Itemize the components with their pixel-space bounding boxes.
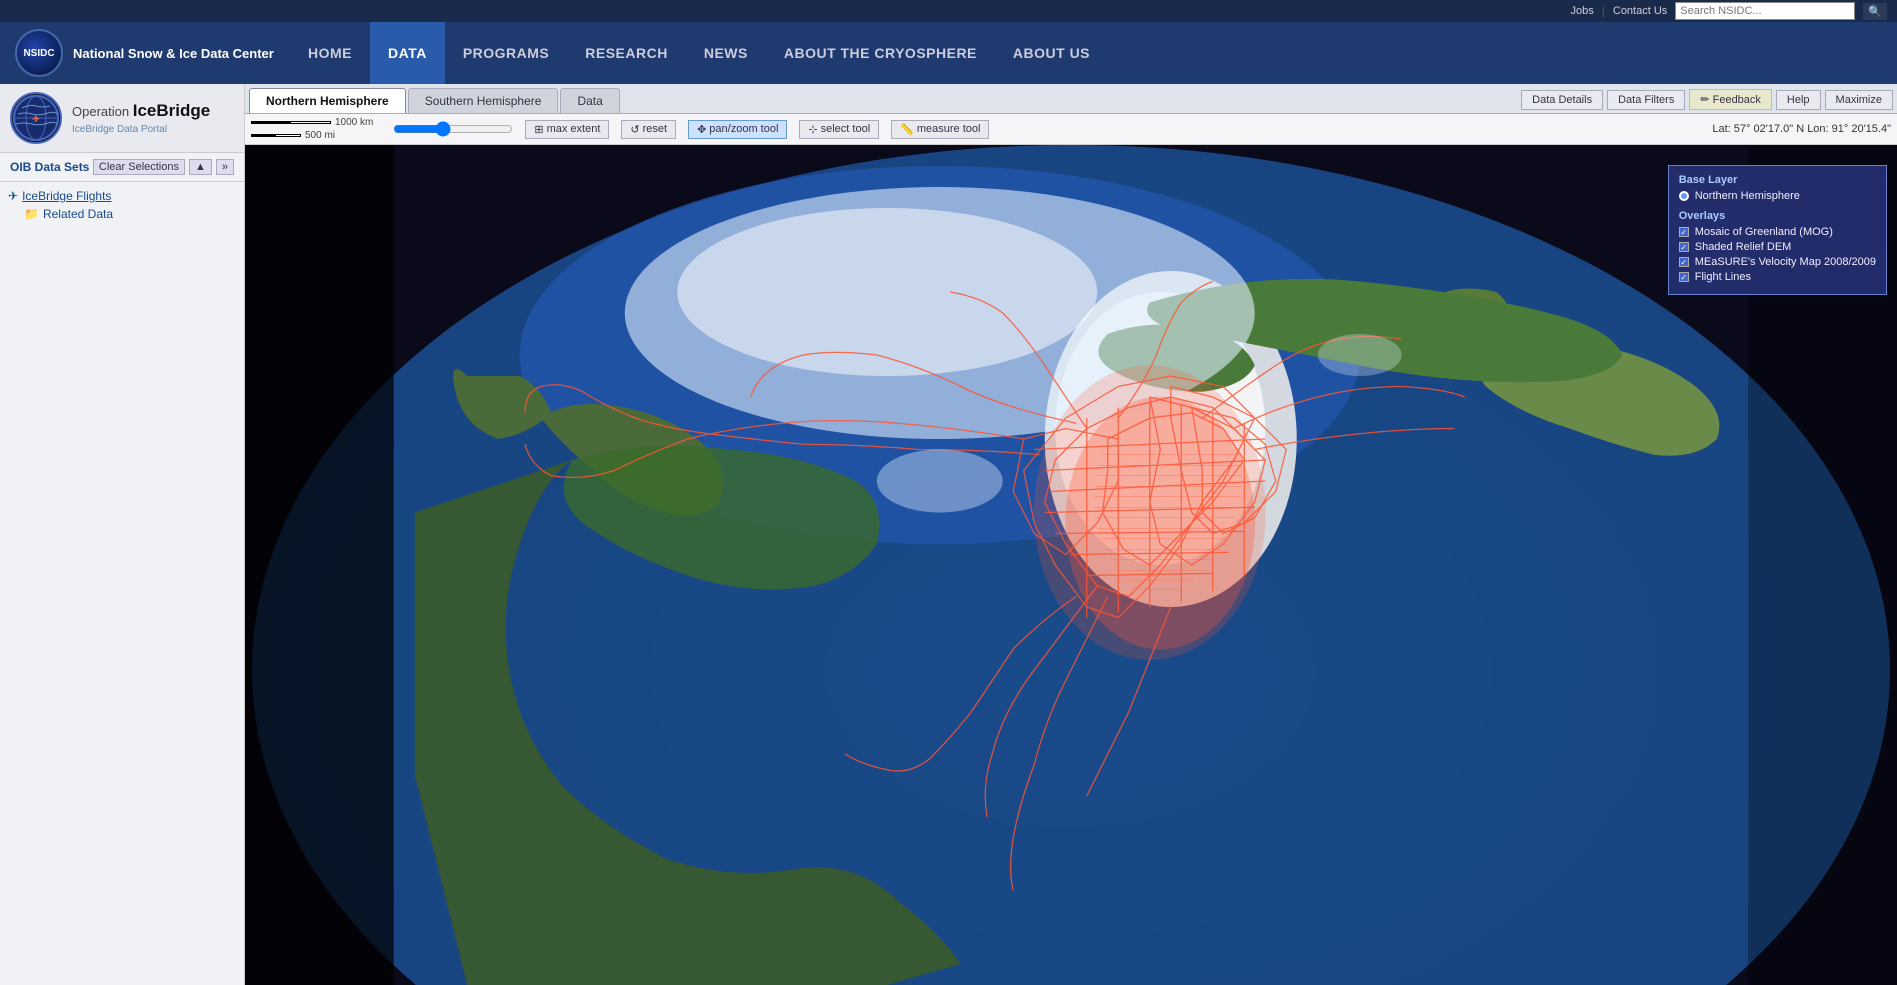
legend-panel: Base Layer Northern Hemisphere Overlays … [1668,165,1887,295]
clear-selections-button[interactable]: Clear Selections [93,159,185,175]
nav-about-cryosphere[interactable]: ABOUT THE CRYOSPHERE [766,22,995,84]
overlay-mog-checkbox[interactable]: ✓ [1679,227,1689,237]
overlays-title: Overlays [1679,210,1876,222]
sidebar-title: Operation IceBridge IceBridge Data Porta… [72,100,210,135]
top-utility-bar: Jobs | Contact Us 🔍 [0,0,1897,22]
nav-research[interactable]: RESEARCH [567,22,686,84]
search-button[interactable]: 🔍 [1863,3,1887,20]
scale-line-km [251,121,331,124]
tab-southern-hemisphere[interactable]: Southern Hemisphere [408,88,559,113]
nav-about-us[interactable]: ABOUT US [995,22,1108,84]
map-toolbar: 1000 km 500 mi ⊞ max extent ↺ reset ✥ p [245,114,1897,145]
sidebar: ✈ Operation IceBridge IceBridge Data Por… [0,84,245,985]
reset-button[interactable]: ↺ reset [621,120,676,139]
overlay-shaded-dem-checkbox[interactable]: ✓ [1679,242,1689,252]
overlay-shaded-dem-row: ✓ Shaded Relief DEM [1679,241,1876,253]
select-icon: ⊹ [808,123,817,136]
max-extent-icon: ⊞ [534,123,543,136]
datasets-header: OIB Data Sets Clear Selections ▲ » [0,153,244,182]
tab-right-buttons: Data Details Data Filters ✏ Feedback Hel… [1521,89,1893,113]
overlay-measures-label: MEaSURE's Velocity Map 2008/2009 [1695,256,1876,268]
portal-label: IceBridge Data Portal [72,123,210,136]
feedback-button[interactable]: ✏ Feedback [1689,89,1772,110]
data-details-button[interactable]: Data Details [1521,90,1603,110]
svg-text:✈: ✈ [32,114,40,124]
maximize-button[interactable]: Maximize [1825,90,1893,110]
tree-item-related-data[interactable]: 📁 Related Data [8,205,236,223]
app-area: ✈ Operation IceBridge IceBridge Data Por… [0,84,1897,985]
datasets-controls: Clear Selections ▲ » [93,159,234,175]
measure-icon: 📏 [900,123,914,136]
scale-km-row: 1000 km [251,117,373,128]
tab-northern-hemisphere[interactable]: Northern Hemisphere [249,88,406,113]
measure-tool-button[interactable]: 📏 measure tool [891,120,989,139]
coordinates-display: Lat: 57° 02'17.0" N Lon: 91° 20'15.4" [1712,123,1891,135]
collapse-button[interactable]: ▲ [189,159,212,175]
overlay-mog-row: ✓ Mosaic of Greenland (MOG) [1679,226,1876,238]
overlay-mog-label: Mosaic of Greenland (MOG) [1695,226,1833,238]
map-canvas[interactable]: Base Layer Northern Hemisphere Overlays … [245,145,1897,985]
data-filters-button[interactable]: Data Filters [1607,90,1685,110]
org-name-area: National Snow & Ice Data Center [73,46,274,61]
datasets-title[interactable]: OIB Data Sets [10,160,89,174]
nav-programs[interactable]: PROGRAMS [445,22,567,84]
separator: | [1602,4,1605,18]
related-data-label[interactable]: Related Data [43,207,113,221]
tree-item-icebridge-flights[interactable]: ✈ IceBridge Flights [8,187,236,205]
nav-items: HOME DATA PROGRAMS RESEARCH NEWS ABOUT T… [290,22,1108,84]
nav-home[interactable]: HOME [290,22,370,84]
folder-icon: 📁 [24,207,39,221]
help-button[interactable]: Help [1776,90,1821,110]
overlay-flight-lines-row: ✓ Flight Lines [1679,271,1876,283]
operation-label: Operation IceBridge [72,100,210,122]
scale-bar: 1000 km 500 mi [251,117,373,141]
nav-data[interactable]: DATA [370,22,445,84]
base-layer-title: Base Layer [1679,174,1876,186]
scale-mi-label: 500 mi [305,130,335,141]
pencil-icon: ✏ [1700,94,1712,106]
icebridge-flights-label[interactable]: IceBridge Flights [22,189,111,203]
overlay-flight-lines-label: Flight Lines [1695,271,1751,283]
sidebar-logo: ✈ [10,92,62,144]
tab-data[interactable]: Data [560,88,619,113]
nav-news[interactable]: NEWS [686,22,766,84]
reset-icon: ↺ [630,123,639,136]
base-layer-option-row: Northern Hemisphere [1679,190,1876,202]
search-input[interactable] [1675,2,1855,20]
pan-icon: ✥ [697,123,706,136]
main-navigation: NSIDC National Snow & Ice Data Center HO… [0,22,1897,84]
base-layer-option-label: Northern Hemisphere [1695,190,1800,202]
max-extent-button[interactable]: ⊞ max extent [525,120,609,139]
contact-link[interactable]: Contact Us [1613,5,1667,17]
zoom-slider-area [393,121,513,137]
overlay-measures-row: ✓ MEaSURE's Velocity Map 2008/2009 [1679,256,1876,268]
select-tool-button[interactable]: ⊹ select tool [799,120,879,139]
scale-line-mi [251,134,301,137]
overlay-measures-checkbox[interactable]: ✓ [1679,257,1689,267]
jobs-link[interactable]: Jobs [1571,5,1594,17]
tree-area: ✈ IceBridge Flights 📁 Related Data [0,182,244,228]
overlay-flight-lines-checkbox[interactable]: ✓ [1679,272,1689,282]
plane-icon: ✈ [8,189,18,203]
sidebar-header: ✈ Operation IceBridge IceBridge Data Por… [0,84,244,153]
logo-area: NSIDC National Snow & Ice Data Center [0,29,290,77]
scale-km-label: 1000 km [335,117,373,128]
zoom-slider[interactable] [393,121,513,137]
org-title: National Snow & Ice Data Center [73,46,274,61]
tab-bar: Northern Hemisphere Southern Hemisphere … [245,84,1897,114]
scale-mi-row: 500 mi [251,130,373,141]
map-visualization [245,145,1897,985]
base-layer-radio[interactable] [1679,191,1689,201]
overlay-shaded-dem-label: Shaded Relief DEM [1695,241,1792,253]
nsidc-logo: NSIDC [15,29,63,77]
pan-zoom-button[interactable]: ✥ pan/zoom tool [688,120,787,139]
globe-icon: ✈ [12,94,60,142]
map-area: Northern Hemisphere Southern Hemisphere … [245,84,1897,985]
expand-button[interactable]: » [216,159,234,175]
